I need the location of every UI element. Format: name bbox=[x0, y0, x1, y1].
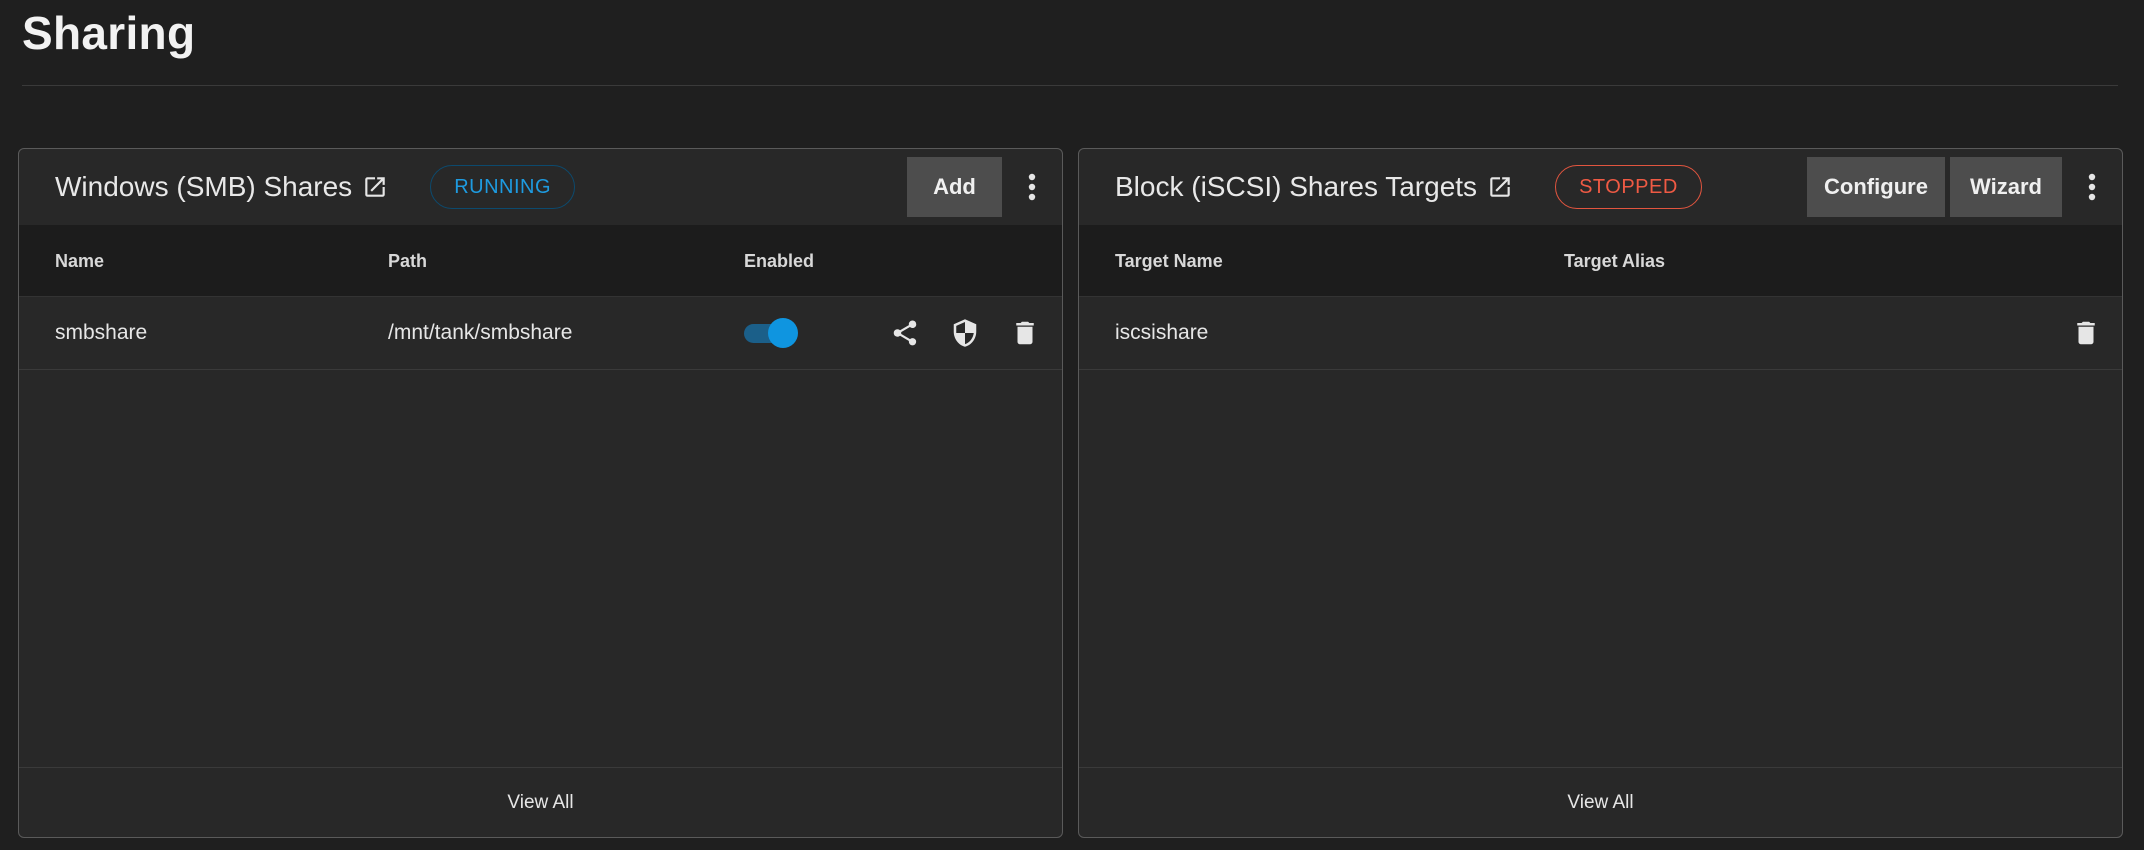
share-icon[interactable] bbox=[889, 317, 921, 349]
toggle-thumb bbox=[768, 318, 798, 348]
table-row: smbshare /mnt/tank/smbshare bbox=[19, 297, 1062, 370]
title-divider bbox=[22, 85, 2118, 86]
iscsi-card-header: Block (iSCSI) Shares Targets STOPPED Con… bbox=[1079, 149, 2122, 225]
smb-table-header: Name Path Enabled bbox=[19, 225, 1062, 297]
column-header-target-alias: Target Alias bbox=[1564, 251, 1666, 271]
smb-more-menu[interactable] bbox=[1002, 157, 1062, 217]
smb-enabled-toggle[interactable] bbox=[744, 317, 800, 349]
open-in-new-icon[interactable] bbox=[1487, 174, 1513, 200]
iscsi-card-footer: View All bbox=[1079, 767, 2122, 837]
wizard-button[interactable]: Wizard bbox=[1950, 157, 2062, 217]
smb-share-path: /mnt/tank/smbshare bbox=[388, 321, 573, 344]
smb-share-name: smbshare bbox=[55, 321, 148, 344]
configure-button[interactable]: Configure bbox=[1807, 157, 1945, 217]
smb-card-title[interactable]: Windows (SMB) Shares bbox=[55, 171, 388, 203]
smb-card-header: Windows (SMB) Shares RUNNING Add bbox=[19, 149, 1062, 225]
iscsi-targets-card: Block (iSCSI) Shares Targets STOPPED Con… bbox=[1078, 148, 2123, 838]
shield-icon[interactable] bbox=[949, 317, 981, 349]
iscsi-header-actions: Configure Wizard bbox=[1802, 157, 2122, 217]
column-header-target-name: Target Name bbox=[1115, 251, 1223, 271]
dots-vertical-icon bbox=[2088, 173, 2096, 201]
smb-card-footer: View All bbox=[19, 767, 1062, 837]
smb-status-badge: RUNNING bbox=[430, 165, 576, 209]
add-smb-share-button[interactable]: Add bbox=[907, 157, 1002, 217]
page-title: Sharing bbox=[22, 7, 196, 59]
iscsi-card-title-text: Block (iSCSI) Shares Targets bbox=[1115, 171, 1478, 202]
column-header-enabled: Enabled bbox=[744, 251, 815, 271]
iscsi-table-header: Target Name Target Alias bbox=[1079, 225, 2122, 297]
smb-card-title-text: Windows (SMB) Shares bbox=[55, 171, 353, 202]
iscsi-target-name: iscsishare bbox=[1115, 321, 1209, 344]
iscsi-more-menu[interactable] bbox=[2062, 157, 2122, 217]
iscsi-card-title[interactable]: Block (iSCSI) Shares Targets bbox=[1115, 171, 1513, 203]
smb-shares-card: Windows (SMB) Shares RUNNING Add Name Pa… bbox=[18, 148, 1063, 838]
smb-header-actions: Add bbox=[902, 157, 1062, 217]
trash-icon[interactable] bbox=[2070, 317, 2102, 349]
trash-icon[interactable] bbox=[1009, 317, 1041, 349]
sharing-page: Sharing Windows (SMB) Shares RUNNING Add bbox=[0, 0, 2144, 850]
open-in-new-icon[interactable] bbox=[362, 174, 388, 200]
table-row: iscsishare bbox=[1079, 297, 2122, 370]
iscsi-view-all-link[interactable]: View All bbox=[1567, 792, 1633, 814]
column-header-path: Path bbox=[388, 251, 428, 271]
dots-vertical-icon bbox=[1028, 173, 1036, 201]
smb-view-all-link[interactable]: View All bbox=[507, 792, 573, 814]
column-header-name: Name bbox=[55, 251, 105, 271]
iscsi-status-badge: STOPPED bbox=[1555, 165, 1702, 209]
